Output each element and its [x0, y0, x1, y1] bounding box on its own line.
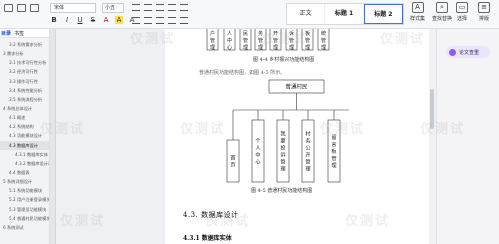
diagram-box-label: 村民投诉管理: [289, 29, 294, 51]
cut-icon[interactable]: [30, 4, 39, 12]
toc-item[interactable]: 3.3 操作可行性: [0, 77, 49, 86]
toc-item[interactable]: 3.2 经济可行性: [0, 67, 49, 76]
diagram-box-label: 村务管理: [258, 29, 263, 51]
layout-tool[interactable]: ≡ 排版: [478, 2, 490, 22]
watermark: 仅测试: [60, 214, 106, 229]
toc-item[interactable]: 5 系统详细设计: [0, 177, 49, 186]
toc-item[interactable]: 4.1 概述: [0, 113, 49, 122]
toc-item[interactable]: 3.4 系统性能分析: [0, 86, 49, 95]
toc-item[interactable]: 3.2 系统需求分析: [0, 40, 49, 49]
toc-item[interactable]: 6 系统测试: [0, 223, 49, 232]
ai-assistant-icon: [449, 48, 456, 56]
font-color-button[interactable]: A: [102, 16, 110, 24]
style-gallery: 正文 标题 1 标题 2: [286, 3, 404, 25]
paste-icon[interactable]: [4, 4, 13, 12]
number-list-icon[interactable]: [144, 4, 152, 11]
decrease-indent-icon[interactable]: [156, 4, 164, 11]
heading-4-3: 4.3. 数据库设计: [183, 211, 239, 219]
plagiarism-check-label: 论文查重: [459, 49, 480, 56]
toc-item[interactable]: 4 系统总体设计: [0, 104, 49, 113]
diagram-box-label: 村务公开管理: [305, 130, 311, 173]
align-left-icon[interactable]: [132, 17, 140, 24]
document-page[interactable]: 用户管理个人中心普通村民管理村务管理村务公开管理村民投诉管理留言板管理系统管理 …: [165, 29, 465, 244]
layout-icon: ≡: [478, 2, 490, 13]
toc-item[interactable]: 5.3 管理员功能模块: [0, 205, 49, 214]
strikethrough-button[interactable]: S: [89, 16, 97, 24]
tab-bookmark[interactable]: 书签: [14, 30, 24, 37]
text-format-row: B I U S A A A: [50, 16, 136, 24]
right-side-panel: 论文查重: [436, 29, 499, 244]
diagram-root-label: 普通村民: [285, 83, 308, 91]
align-center-icon[interactable]: [144, 17, 152, 24]
toc-item[interactable]: 3 需求分析: [0, 49, 49, 58]
style-set-icon: A: [411, 2, 424, 13]
style-normal[interactable]: 正文: [287, 4, 326, 24]
toc-item[interactable]: 4.2 系统结构: [0, 122, 49, 131]
nav-header: 目录 书签: [0, 29, 49, 38]
app-window: 宋体 小五 B I U S A A A 正文 标题 1 标题 2 A 样式集 ⌕…: [0, 0, 499, 244]
toc-item[interactable]: 5.2 用户注册登录模块: [0, 195, 49, 204]
diagram-box-label: 我要投诉管理: [280, 130, 286, 173]
font-size-select[interactable]: 小五: [102, 3, 124, 13]
toc-item[interactable]: 4.3 功能模块设计: [0, 131, 49, 140]
toc-item[interactable]: 3.1 技术可行性分析: [0, 58, 49, 67]
plagiarism-check-button[interactable]: 论文查重: [446, 46, 490, 58]
find-replace-icon: ⌕: [436, 2, 448, 13]
underline-button[interactable]: U: [76, 16, 84, 24]
toc-item[interactable]: 4.3.2 数据库设计表: [0, 159, 49, 168]
italic-button[interactable]: I: [63, 16, 71, 24]
body-paragraph: 普通村民功能结构图，如图 4-5 所示。: [199, 70, 286, 76]
style-heading-2[interactable]: 标题 2: [363, 4, 403, 24]
select-tool[interactable]: ▭ 选择: [456, 2, 468, 22]
diagram-box-label: 个人中心: [227, 29, 232, 51]
diagram-box-label: 系统管理: [321, 29, 326, 51]
style-set-tool[interactable]: A 样式集: [410, 2, 425, 22]
align-right-icon[interactable]: [156, 17, 164, 24]
paragraph-tools-row1: [132, 4, 188, 11]
toc-item[interactable]: 4.3.1 数据库实体: [0, 150, 49, 159]
diagram-box-label: 用户管理: [210, 29, 215, 51]
diagram-2-boxes: 首页个人中心我要投诉管理村务公开管理留言板管理: [226, 110, 341, 183]
increase-indent-icon[interactable]: [168, 4, 176, 11]
diagram-1-boxes: 用户管理 个人中心 普通村民管理 村务管理 村务公开管理 村民投诉管理 留言板管理 系统管理: [206, 29, 330, 51]
figure-caption-2: 图 4-5 普通村民功能结构图: [251, 188, 313, 194]
select-label: 选择: [456, 16, 467, 22]
diagram-box-label: 留言板管理: [331, 133, 337, 169]
style-set-label: 样式集: [410, 16, 426, 22]
select-icon: ▭: [456, 2, 468, 13]
clipboard-tools: [4, 4, 39, 12]
bullet-list-icon[interactable]: [132, 4, 140, 11]
toc-item[interactable]: 5.4 普通村民功能模块: [0, 214, 49, 223]
paragraph-tools-row2: [132, 17, 188, 24]
toc-item[interactable]: 4.3 数据库设计: [0, 140, 49, 150]
line-spacing-icon[interactable]: [180, 17, 188, 24]
layout-label: 排版: [478, 16, 489, 22]
scroll-thumb[interactable]: [430, 89, 434, 129]
heading-4-3-1: 4.3.1 数据库实体: [183, 235, 232, 242]
font-name-select[interactable]: 宋体: [50, 3, 96, 13]
diagram-box-label: 留言板管理: [305, 29, 310, 51]
find-replace-tool[interactable]: ⌕ 查找替换: [432, 2, 452, 22]
justify-icon[interactable]: [168, 17, 176, 24]
toc-list: 3.2 系统需求分析 3 需求分析 3.1 技术可行性分析 3.2 经济可行性 3.3 …: [0, 38, 49, 232]
diagram-box-label: 普通村民管理: [243, 29, 248, 51]
find-replace-label: 查找替换: [432, 16, 453, 22]
style-heading-1[interactable]: 标题 1: [325, 4, 364, 24]
ribbon-toolbar: 宋体 小五 B I U S A A A 正文 标题 1 标题 2 A 样式集 ⌕…: [0, 0, 499, 29]
vertical-scrollbar[interactable]: [429, 29, 436, 244]
diagram-box-label: 首页: [230, 154, 235, 169]
tab-toc[interactable]: 目录: [1, 30, 11, 37]
toc-item[interactable]: 5.1 系统功能模块: [0, 186, 49, 195]
toc-item[interactable]: 3.5 系统流程分析: [0, 95, 49, 104]
sort-icon[interactable]: [180, 4, 188, 11]
format-painter-icon[interactable]: [17, 4, 26, 12]
vertical-ruler: [50, 29, 56, 244]
bold-button[interactable]: B: [50, 16, 58, 24]
navigation-pane: 目录 书签 3.2 系统需求分析 3 需求分析 3.1 技术可行性分析 3.2 经济可…: [0, 29, 50, 244]
diagram-box-label: 村务公开管理: [273, 29, 278, 51]
figure-caption-1: 图 4-4 乡村振兴功能结构图: [253, 57, 315, 63]
highlight-button[interactable]: A: [115, 16, 123, 24]
toc-item[interactable]: 4.4 数据表: [0, 168, 49, 177]
